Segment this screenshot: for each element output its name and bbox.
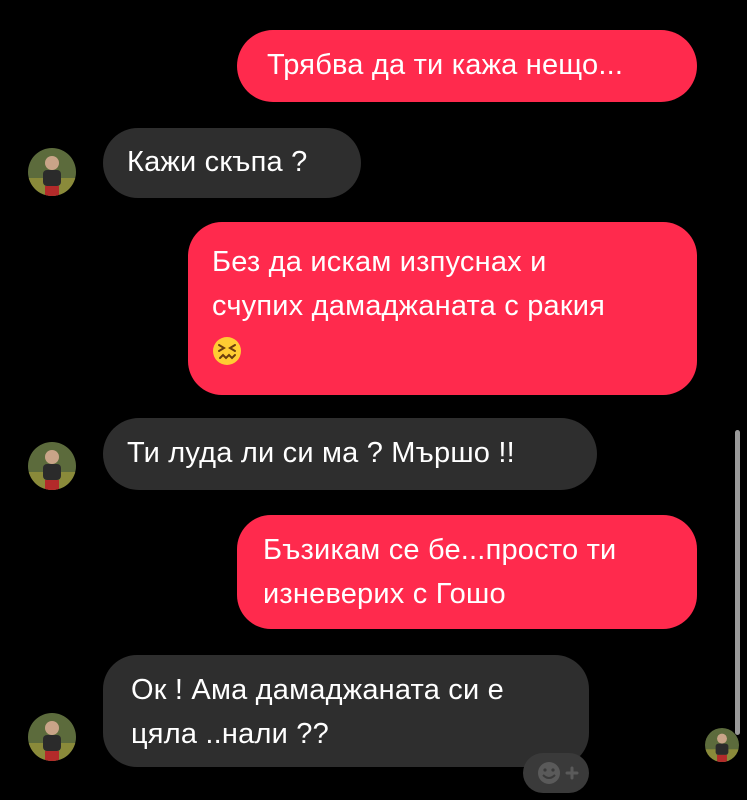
message-text: Бъзикам се бе...просто ти bbox=[263, 534, 617, 566]
message-text: цяла ..нали ?? bbox=[131, 718, 329, 750]
message-text: Трябва да ти кажа нещо... bbox=[267, 49, 624, 81]
contact-avatar[interactable] bbox=[28, 713, 76, 761]
message-bubble-outgoing[interactable]: Бъзикам се бе...просто ти изневерих с Го… bbox=[237, 515, 697, 629]
contact-avatar-partial bbox=[705, 728, 739, 762]
avatar-image bbox=[28, 713, 76, 761]
message-text: Кажи скъпа ? bbox=[127, 146, 308, 178]
message-text: Ти луда ли си ма ? Мършо !! bbox=[127, 437, 515, 469]
message-text: Без да искам изпуснах и bbox=[212, 246, 547, 278]
message-bubble-incoming[interactable]: Ти луда ли си ма ? Мършо !! bbox=[103, 418, 597, 490]
scrollbar[interactable] bbox=[735, 430, 740, 735]
message-bubble-outgoing[interactable]: Без да искам изпуснах и счупих дамаджана… bbox=[188, 222, 697, 395]
contact-avatar[interactable] bbox=[28, 442, 76, 490]
message-text: счупих дамаджаната с ракия bbox=[212, 290, 606, 322]
message-bubble-incoming[interactable]: Ок ! Ама дамаджаната си е цяла ..нали ?? bbox=[103, 655, 589, 767]
contact-avatar[interactable] bbox=[28, 148, 76, 196]
message-emoji-row bbox=[212, 328, 697, 372]
message-text: Ок ! Ама дамаджаната си е bbox=[131, 674, 504, 706]
message-bubble-outgoing[interactable]: Трябва да ти кажа нещо... bbox=[237, 30, 697, 102]
avatar-image bbox=[28, 148, 76, 196]
confounded-face-icon bbox=[213, 337, 241, 366]
add-reaction-icon bbox=[538, 762, 579, 784]
message-bubble-incoming[interactable]: Кажи скъпа ? bbox=[103, 128, 361, 198]
avatar-image bbox=[28, 442, 76, 490]
message-text: изневерих с Гошо bbox=[263, 578, 506, 610]
avatar-image bbox=[705, 728, 739, 762]
add-reaction-button[interactable] bbox=[523, 753, 589, 793]
